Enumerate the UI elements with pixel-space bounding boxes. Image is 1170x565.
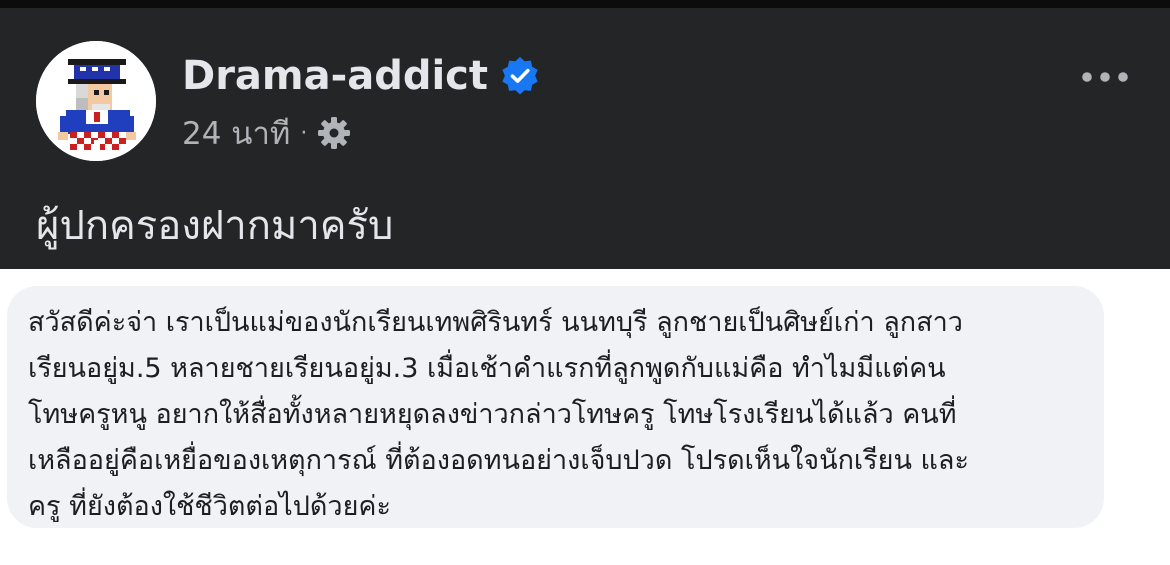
post-header: Drama-addict 24 นาที · ผู้ปกครองฝากมาครั…	[0, 8, 1170, 269]
message-line: โทษครูหนู อยากให้สื่อทั้งหลายหยุดลงข่าวก…	[28, 399, 957, 430]
message-line: ครู ที่ยังต้องใช้ชีวิตต่อไปด้วยค่ะ	[28, 491, 391, 522]
message-line: เรียนอยู่ม.5 หลายชายเรียนอยู่ม.3 เมื่อเช…	[28, 353, 946, 384]
author-name-row: Drama-addict	[182, 50, 540, 102]
post-timestamp[interactable]: 24 นาที	[182, 108, 290, 158]
message-line: เหลืออยู่คือเหยื่อของเหตุการณ์ ที่ต้องอด…	[28, 445, 969, 476]
gear-icon[interactable]	[317, 116, 351, 150]
pixel-uncle-sam-avatar-icon	[36, 41, 156, 161]
meta-separator: ·	[300, 120, 308, 146]
top-edge-bar	[0, 0, 1170, 8]
avatar[interactable]	[36, 41, 156, 161]
author-name[interactable]: Drama-addict	[182, 50, 488, 102]
message-line: สวัสดีค่ะจ่า เราเป็นแม่ของนักเรียนเทพศิร…	[28, 307, 963, 338]
quoted-message-bubble: สวัสดีค่ะจ่า เราเป็นแม่ของนักเรียนเทพศิร…	[7, 286, 1104, 528]
verified-badge-icon	[500, 56, 540, 96]
more-horizontal-icon	[1082, 72, 1128, 82]
post-meta: 24 นาที ·	[182, 112, 351, 154]
post-caption: ผู้ปกครองฝากมาครับ	[36, 203, 394, 249]
more-options-button[interactable]	[1078, 62, 1132, 92]
